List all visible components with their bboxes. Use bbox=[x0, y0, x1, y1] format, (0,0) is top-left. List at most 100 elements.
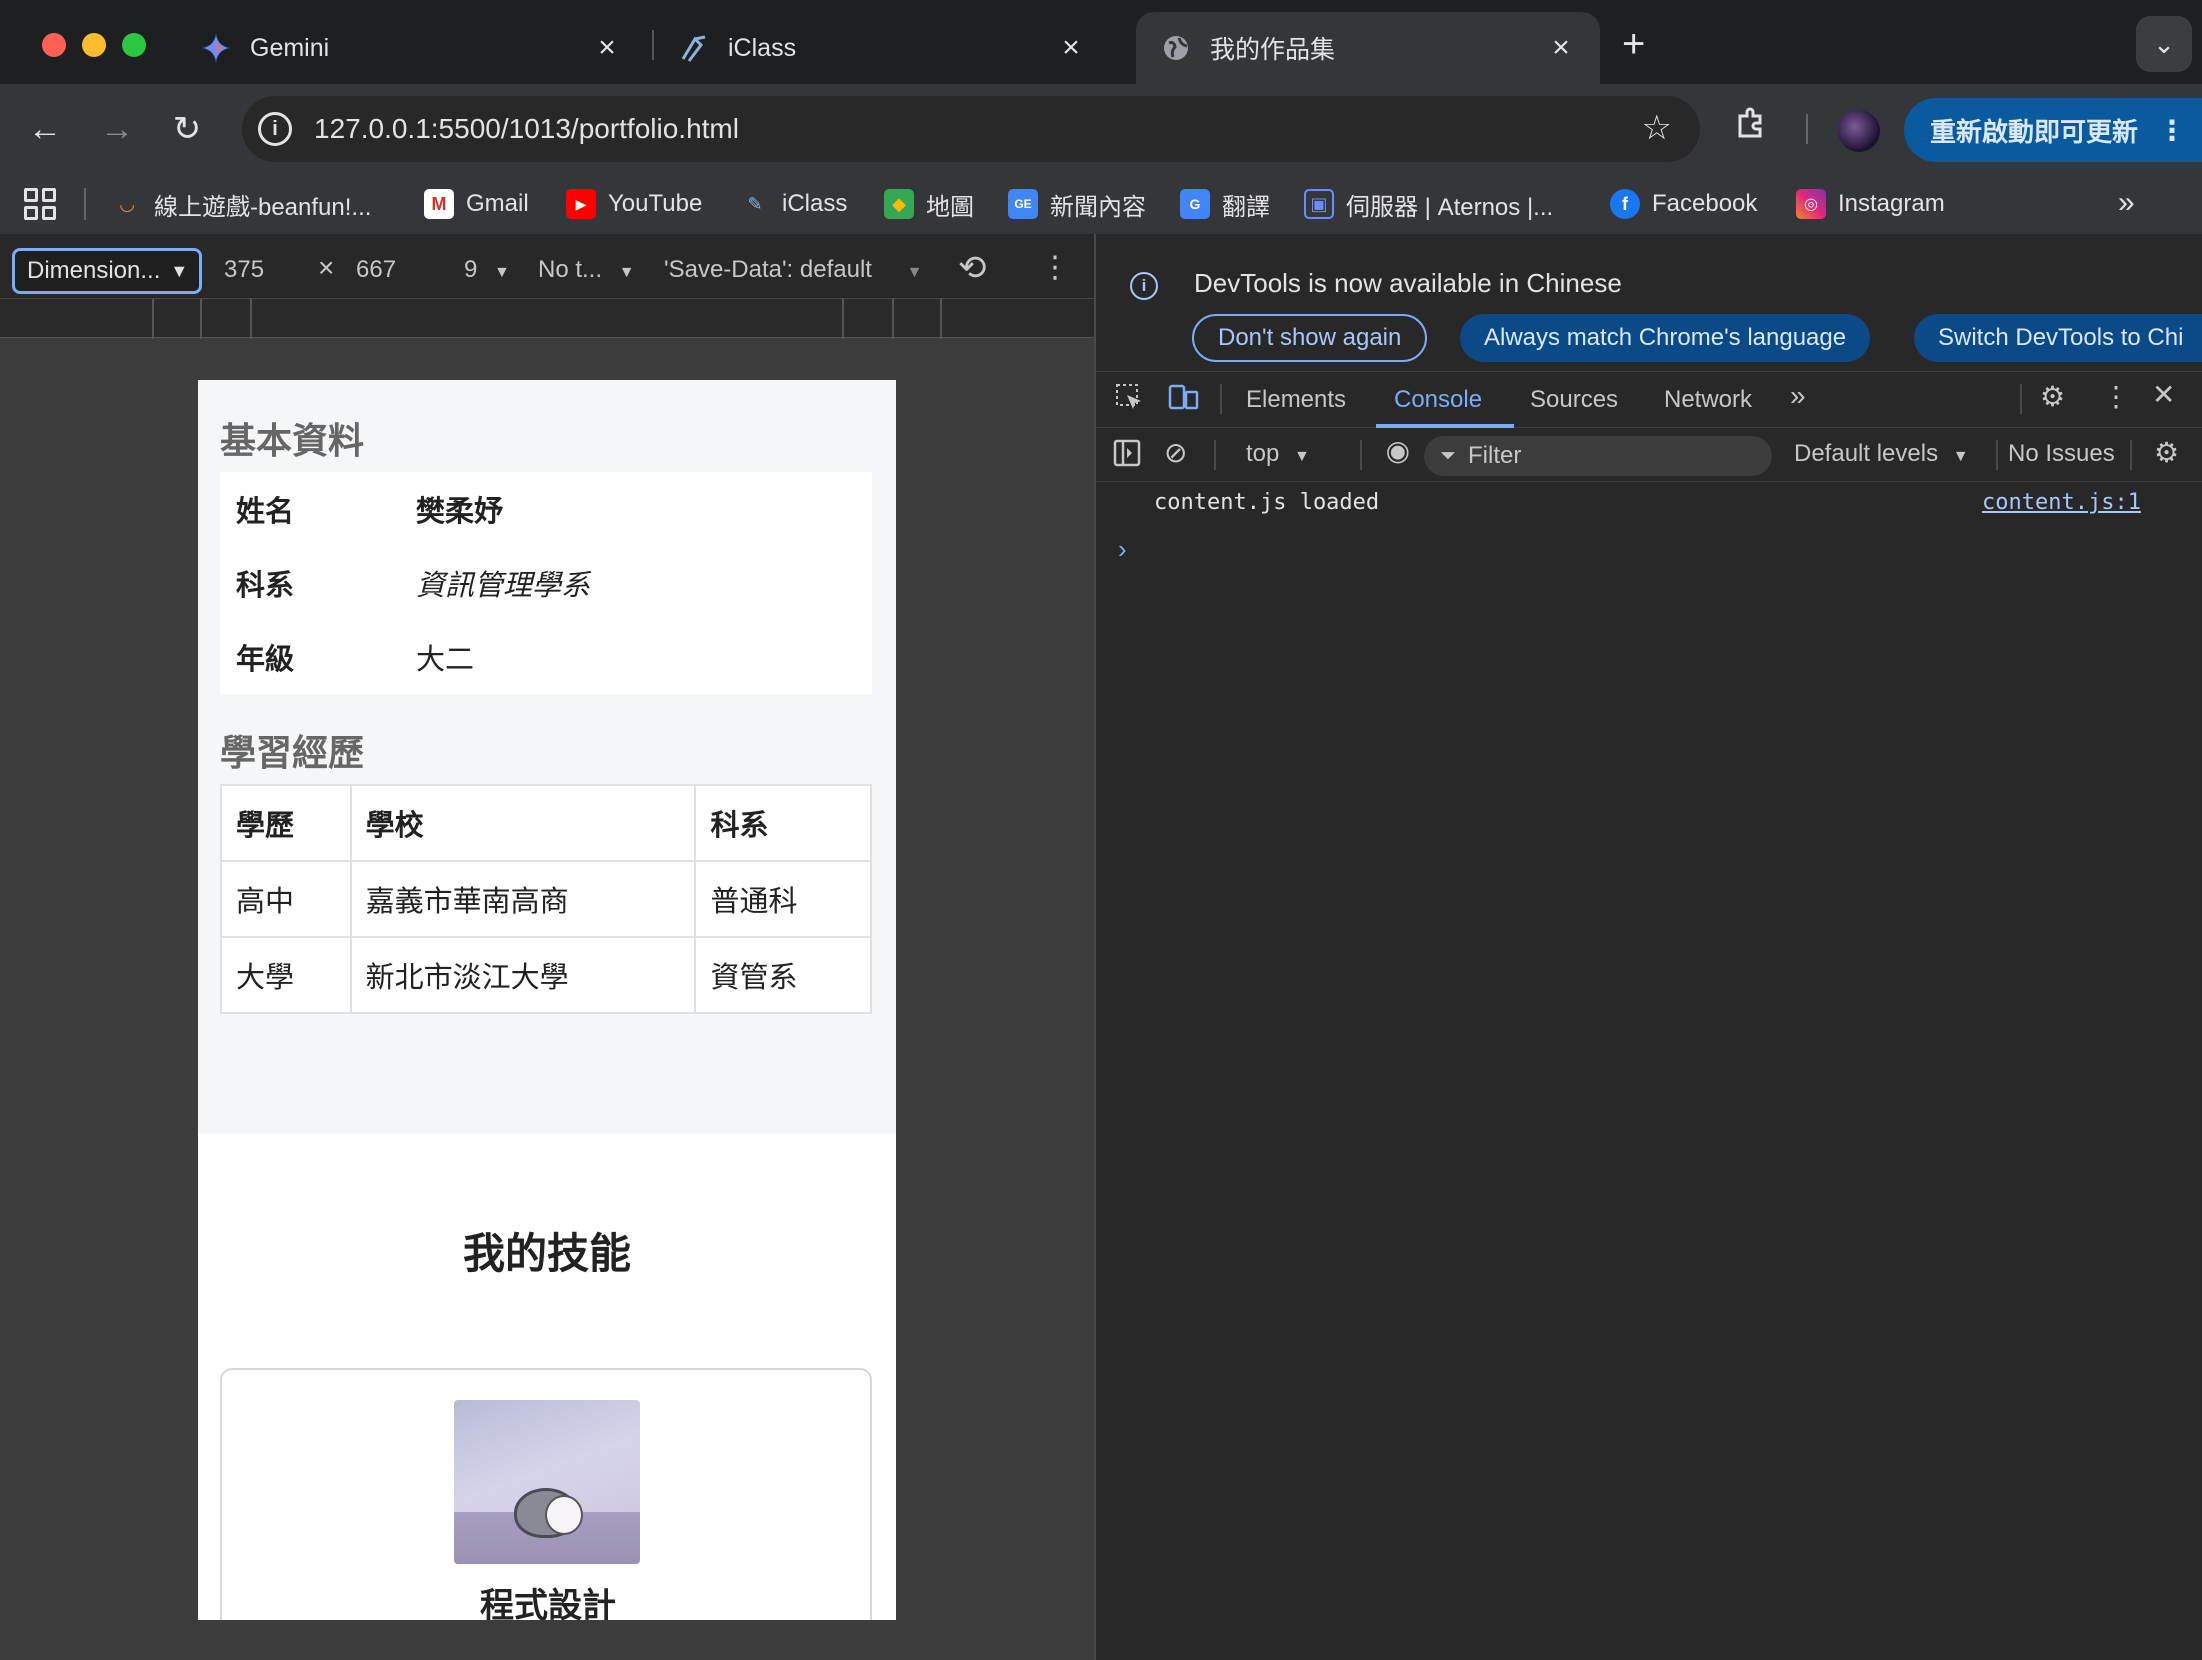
more-vert-icon[interactable]: ⋮ bbox=[2102, 380, 2130, 413]
issues-link[interactable]: No Issues bbox=[2008, 440, 2115, 468]
bookmark-label: 線上遊戲-beanfun!... bbox=[154, 193, 372, 221]
back-button[interactable]: ← bbox=[22, 106, 68, 152]
filter-icon: ⏷ bbox=[1440, 444, 1456, 467]
table-header-cell: 學歷 bbox=[220, 784, 352, 862]
bookmark-label: 伺服器 | Aternos |... bbox=[1346, 193, 1554, 221]
switch-devtools-button[interactable]: Switch DevTools to Chi bbox=[1914, 314, 2202, 362]
table-cell: 資管系 bbox=[694, 936, 872, 1014]
table-row: 大學 新北市淡江大學 資管系 bbox=[220, 936, 872, 1014]
log-levels-select[interactable]: Default levels ▼ bbox=[1794, 440, 1969, 468]
tab-elements[interactable]: Elements bbox=[1246, 386, 1346, 414]
maps-icon: ◆ bbox=[884, 189, 914, 219]
address-bar[interactable]: i 127.0.0.1:5500/1013/portfolio.html ☆ bbox=[242, 96, 1700, 162]
gmail-icon: M bbox=[424, 189, 454, 219]
info-row-name: 姓名 樊柔妤 bbox=[220, 472, 872, 546]
close-icon[interactable]: ✕ bbox=[2152, 378, 2175, 411]
device-toggle-icon[interactable] bbox=[1168, 382, 1200, 419]
toolbar-divider bbox=[1996, 440, 1998, 470]
ruler-tick bbox=[250, 299, 252, 339]
ruler-tick bbox=[152, 299, 154, 339]
skill-name: 程式設計 bbox=[480, 1586, 616, 1620]
bookmark-maps[interactable]: ◆ 地圖 bbox=[884, 184, 974, 224]
console-message: content.js loaded bbox=[1154, 490, 1380, 515]
console-filter-input[interactable]: ⏷ Filter bbox=[1424, 436, 1772, 476]
tab-search-button[interactable]: ⌄ bbox=[2136, 16, 2192, 72]
apps-grid-icon[interactable] bbox=[24, 188, 56, 220]
filter-placeholder: Filter bbox=[1468, 442, 1522, 469]
bookmark-star-icon[interactable]: ☆ bbox=[1642, 108, 1672, 148]
bookmark-youtube[interactable]: ▶ YouTube bbox=[566, 184, 702, 224]
bookmark-facebook[interactable]: f Facebook bbox=[1610, 184, 1757, 224]
media-query-ruler[interactable] bbox=[0, 298, 1094, 339]
close-icon[interactable]: × bbox=[1546, 31, 1576, 65]
tab-portfolio[interactable]: 我的作品集 × bbox=[1136, 12, 1600, 84]
gear-icon[interactable]: ⚙ bbox=[2040, 380, 2065, 413]
devtools-tabs-bar: Elements Console Sources Network » ⚙ ⋮ ✕ bbox=[1096, 372, 2202, 428]
zoom-select[interactable]: 9 ▼ bbox=[464, 256, 510, 284]
translate-icon: G bbox=[1180, 189, 1210, 219]
context-select[interactable]: top ▼ bbox=[1246, 440, 1310, 468]
chevron-double-right-icon[interactable]: » bbox=[2118, 186, 2135, 220]
table-row: 高中 嘉義市華南高商 普通科 bbox=[220, 860, 872, 938]
clear-console-icon[interactable]: ⊘ bbox=[1164, 436, 1187, 469]
bookmark-iclass[interactable]: ✎ iClass bbox=[740, 184, 847, 224]
more-vert-icon[interactable]: ⋮ bbox=[1040, 250, 1070, 285]
dimension-select[interactable]: Dimension... ▼ bbox=[12, 248, 202, 294]
caret-down-icon: ▼ bbox=[1952, 448, 1969, 465]
bookmark-instagram[interactable]: ◎ Instagram bbox=[1796, 184, 1945, 224]
close-icon[interactable]: × bbox=[1056, 31, 1086, 65]
height-input[interactable]: 667 bbox=[356, 256, 396, 284]
bookmark-beanfun[interactable]: ◡ 線上遊戲-beanfun!... bbox=[112, 184, 371, 224]
education-heading: 學習經歷 bbox=[220, 733, 365, 774]
bookmark-gmail[interactable]: M Gmail bbox=[424, 184, 529, 224]
console-settings-icon[interactable]: ⚙ bbox=[2154, 436, 2179, 469]
update-button-label: 重新啟動即可更新 bbox=[1930, 116, 2139, 147]
profile-avatar[interactable] bbox=[1838, 110, 1880, 152]
caret-down-icon: ▼ bbox=[170, 260, 189, 281]
iclass-icon: ✎ bbox=[747, 193, 763, 214]
console-prompt-icon[interactable]: › bbox=[1118, 534, 1127, 565]
bookmark-news[interactable]: GE 新聞內容 bbox=[1008, 184, 1146, 224]
throttle-select-label: No t... bbox=[538, 256, 603, 283]
tab-iclass[interactable]: iClass × bbox=[654, 12, 1110, 84]
iclass-icon bbox=[678, 32, 710, 64]
reload-button[interactable]: ↻ bbox=[164, 106, 210, 152]
site-info-icon[interactable]: i bbox=[258, 112, 292, 146]
device-emulation-pane: Dimension... ▼ 375 × 667 9 ▼ No t... ▼ '… bbox=[0, 234, 1094, 1660]
devtools-panel: i DevTools is now available in Chinese D… bbox=[1094, 234, 2202, 1660]
close-icon[interactable]: × bbox=[592, 31, 622, 65]
log-levels-label: Default levels bbox=[1794, 440, 1939, 467]
new-tab-button[interactable]: + bbox=[1622, 22, 1645, 67]
bookmark-label: YouTube bbox=[608, 190, 703, 217]
tab-console[interactable]: Console bbox=[1394, 386, 1482, 414]
width-input[interactable]: 375 bbox=[224, 256, 264, 284]
bookmark-aternos[interactable]: ▣ 伺服器 | Aternos |... bbox=[1304, 184, 1553, 224]
console-source-link[interactable]: content.js:1 bbox=[1982, 490, 2141, 515]
bookmark-label: Instagram bbox=[1838, 190, 1945, 217]
facebook-icon: f bbox=[1610, 189, 1640, 219]
dont-show-again-button[interactable]: Don't show again bbox=[1192, 314, 1428, 362]
youtube-icon: ▶ bbox=[566, 189, 596, 219]
maximize-window-button[interactable] bbox=[122, 33, 146, 57]
inspect-element-icon[interactable] bbox=[1114, 382, 1144, 419]
forward-button[interactable]: → bbox=[94, 106, 140, 152]
chevron-double-right-icon[interactable]: » bbox=[1790, 380, 1806, 412]
skill-card: 程式設計 bbox=[220, 1368, 872, 1620]
extensions-icon[interactable] bbox=[1734, 106, 1768, 148]
match-language-button[interactable]: Always match Chrome's language bbox=[1460, 314, 1871, 362]
tab-network[interactable]: Network bbox=[1664, 386, 1752, 414]
sidebar-toggle-icon[interactable] bbox=[1112, 438, 1142, 475]
save-data-select[interactable]: 'Save-Data': default ▼ bbox=[664, 256, 922, 284]
minimize-window-button[interactable] bbox=[82, 33, 106, 57]
throttle-select[interactable]: No t... ▼ bbox=[538, 256, 635, 284]
tab-sources[interactable]: Sources bbox=[1530, 386, 1618, 414]
close-window-button[interactable] bbox=[42, 33, 66, 57]
aternos-icon: ▣ bbox=[1304, 189, 1334, 219]
bookmark-translate[interactable]: G 翻譯 bbox=[1180, 184, 1270, 224]
url-text[interactable]: 127.0.0.1:5500/1013/portfolio.html bbox=[314, 113, 739, 145]
eye-icon[interactable]: ◉ bbox=[1350, 434, 1410, 467]
rotate-icon[interactable]: ⟲ bbox=[958, 248, 987, 288]
device-toolbar: Dimension... ▼ 375 × 667 9 ▼ No t... ▼ '… bbox=[0, 234, 1094, 298]
update-button[interactable]: 重新啟動即可更新 ⋮ bbox=[1904, 98, 2202, 162]
tab-gemini[interactable]: Gemini × bbox=[176, 12, 646, 84]
